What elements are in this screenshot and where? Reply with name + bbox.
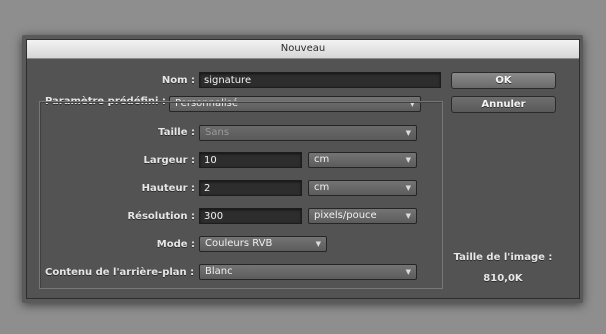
background-label: Contenu de l'arrière-plan :	[45, 267, 195, 278]
mode-value: Couleurs RVB	[205, 238, 273, 249]
cancel-button[interactable]: Annuler	[451, 96, 556, 113]
resolution-label: Résolution :	[127, 211, 195, 222]
chevron-down-icon: ▼	[315, 240, 321, 248]
image-size-label: Taille de l'image :	[453, 252, 553, 263]
size-value: Sans	[205, 127, 230, 138]
chevron-down-icon: ▼	[405, 268, 411, 276]
height-label: Hauteur :	[141, 183, 195, 194]
chevron-down-icon: ▼	[405, 212, 411, 220]
resolution-unit-select[interactable]: pixels/pouce ▼	[308, 208, 417, 224]
name-label: Nom :	[161, 75, 195, 86]
width-label: Largeur :	[143, 155, 195, 166]
image-size-value: 810,0K	[483, 273, 523, 284]
height-unit-select[interactable]: cm ▼	[308, 180, 417, 196]
height-field[interactable]: 2	[199, 180, 302, 196]
size-select: Sans ▼	[199, 125, 417, 141]
name-field[interactable]: signature	[199, 72, 441, 88]
chevron-down-icon: ▼	[405, 129, 411, 137]
background-select[interactable]: Blanc ▼	[199, 264, 417, 280]
resolution-field[interactable]: 300	[199, 208, 302, 224]
chevron-down-icon: ▼	[405, 184, 411, 192]
width-field[interactable]: 10	[199, 152, 302, 168]
mode-select[interactable]: Couleurs RVB ▼	[199, 236, 327, 252]
width-unit-select[interactable]: cm ▼	[308, 152, 417, 168]
background-value: Blanc	[205, 266, 233, 277]
size-label: Taille :	[158, 127, 195, 138]
mode-label: Mode :	[156, 239, 195, 250]
width-unit: cm	[314, 154, 330, 165]
chevron-down-icon: ▼	[405, 156, 411, 164]
resolution-unit: pixels/pouce	[314, 210, 377, 221]
height-unit: cm	[314, 182, 330, 193]
new-document-dialog: Nouveau Nom : signature Paramètre prédéf…	[26, 39, 580, 299]
ok-button[interactable]: OK	[451, 72, 556, 89]
dialog-title: Nouveau	[27, 40, 579, 59]
